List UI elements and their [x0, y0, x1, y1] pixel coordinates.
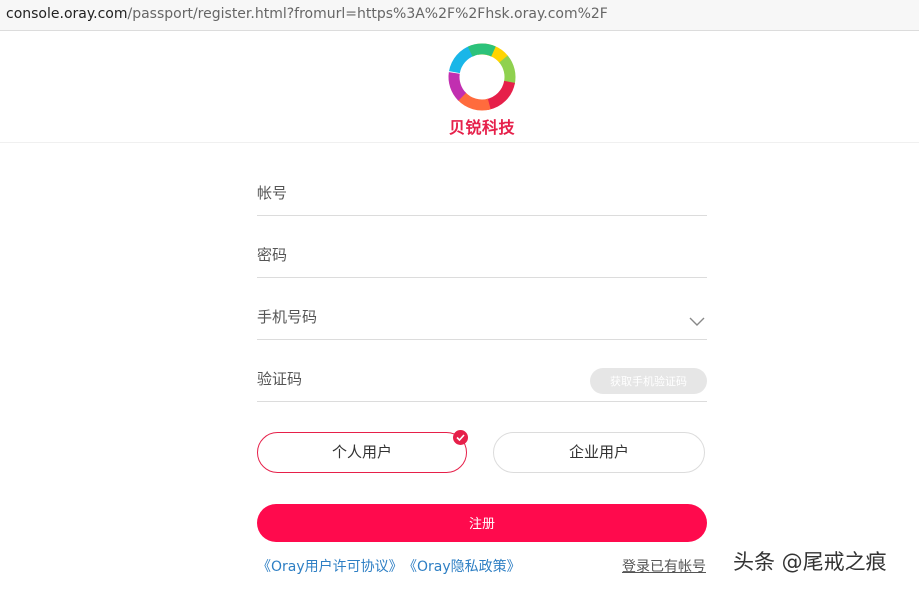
password-label: 密码	[257, 246, 288, 264]
chevron-down-icon[interactable]	[689, 317, 705, 327]
url-path: /passport/register.html?fromurl=https%3A…	[127, 6, 608, 22]
account-label: 帐号	[257, 184, 288, 202]
url-text[interactable]: console.oray.com/passport/register.html?…	[6, 5, 608, 23]
address-bar[interactable]: console.oray.com/passport/register.html?…	[0, 0, 919, 31]
login-link[interactable]: 登录已有帐号	[622, 556, 706, 576]
personal-user-label: 个人用户	[331, 443, 392, 461]
oray-logo-icon	[448, 43, 516, 111]
password-field[interactable]: 密码	[257, 216, 707, 278]
account-field[interactable]: 帐号	[257, 154, 707, 216]
brand-name: 贝锐科技	[448, 118, 515, 137]
get-code-button[interactable]: 获取手机验证码	[590, 368, 707, 394]
page-header: 贝锐科技	[0, 32, 919, 143]
license-agreement-link[interactable]: 《Oray用户许可协议》	[257, 556, 403, 576]
phone-label: 手机号码	[257, 308, 318, 326]
privacy-policy-link[interactable]: 《Oray隐私政策》	[403, 556, 521, 576]
code-label: 验证码	[257, 370, 303, 388]
check-icon	[453, 430, 468, 445]
code-field[interactable]: 验证码 获取手机验证码	[257, 340, 707, 402]
url-host: console.oray.com	[6, 6, 128, 22]
phone-field[interactable]: 手机号码	[257, 278, 707, 340]
watermark: 头条 @尾戒之痕	[733, 550, 887, 574]
company-user-label: 企业用户	[568, 443, 629, 461]
register-button[interactable]: 注册	[257, 504, 707, 542]
personal-user-option[interactable]: 个人用户	[257, 430, 468, 473]
company-user-option[interactable]: 企业用户	[493, 432, 705, 473]
